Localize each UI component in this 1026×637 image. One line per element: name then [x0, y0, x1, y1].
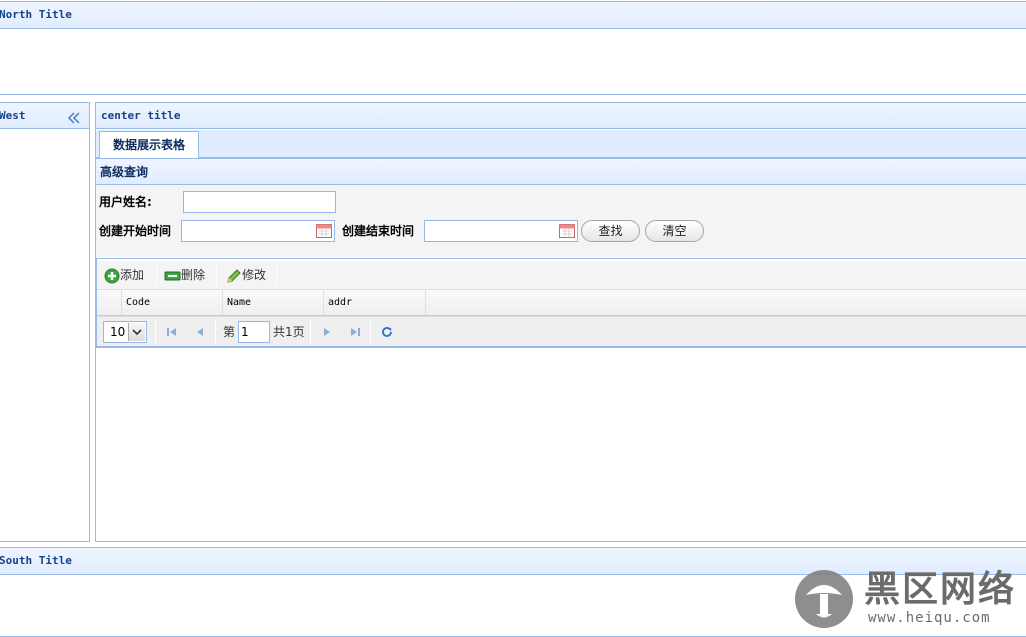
- chevron-down-icon: [128, 323, 145, 341]
- first-page-icon[interactable]: [165, 325, 179, 339]
- north-panel-header: North Title: [0, 1, 1026, 29]
- last-page-icon[interactable]: [348, 325, 362, 339]
- center-panel-title: center title: [101, 109, 181, 122]
- double-chevron-left-icon[interactable]: [67, 109, 81, 124]
- toolbar-divider: [276, 264, 277, 286]
- tab-data-table[interactable]: 数据展示表格: [99, 131, 199, 159]
- west-panel-body: [0, 129, 90, 542]
- column-header-code[interactable]: Code: [122, 291, 223, 315]
- column-header-name[interactable]: Name: [223, 291, 324, 315]
- edit-icon: [226, 268, 242, 284]
- add-button-label: 添加: [120, 268, 145, 282]
- watermark-logo: [794, 569, 854, 629]
- watermark-text: 黑区网络: [864, 569, 1017, 610]
- toolbar-divider: [156, 264, 157, 286]
- clear-button[interactable]: 清空: [645, 220, 704, 242]
- west-panel-header: West: [0, 102, 90, 129]
- row-number-header: [97, 291, 122, 315]
- delete-button-label: 删除: [181, 268, 206, 282]
- south-panel-title: South Title: [0, 554, 72, 567]
- refresh-icon[interactable]: [380, 325, 394, 339]
- column-header-addr[interactable]: addr: [324, 291, 426, 315]
- calendar-icon[interactable]: [558, 222, 576, 240]
- clear-button-label: 清空: [662, 224, 687, 238]
- user-name-input[interactable]: [183, 191, 336, 213]
- start-time-label: 创建开始时间: [99, 224, 172, 238]
- start-time-input[interactable]: [181, 220, 335, 242]
- remove-icon: [164, 268, 181, 284]
- advanced-search-title: 高级查询: [100, 165, 149, 179]
- end-time-label: 创建结束时间: [342, 224, 415, 238]
- add-button[interactable]: 添加: [104, 263, 144, 287]
- watermark-url: www.heiqu.com: [868, 610, 991, 626]
- next-page-icon[interactable]: [320, 325, 334, 339]
- page-total: 共1页: [273, 325, 305, 339]
- tabs-strip: [96, 130, 1026, 158]
- north-panel-title: North Title: [0, 8, 72, 21]
- add-icon: [104, 268, 120, 284]
- west-panel-title: West: [0, 109, 26, 122]
- page-number-input[interactable]: 1: [238, 321, 270, 343]
- pager-divider: [215, 320, 216, 344]
- page-size-value: 10: [110, 325, 126, 339]
- calendar-icon[interactable]: [315, 222, 333, 240]
- pager-divider: [310, 320, 311, 344]
- search-button-label: 查找: [598, 224, 623, 238]
- search-button[interactable]: 查找: [581, 220, 640, 242]
- edit-button-label: 修改: [242, 268, 267, 282]
- advanced-search-header: 高级查询: [96, 158, 1026, 185]
- pager-divider: [370, 320, 371, 344]
- edit-button[interactable]: 修改: [226, 263, 266, 287]
- user-name-label: 用户姓名:: [99, 195, 152, 209]
- toolbar-divider: [216, 264, 217, 286]
- tab-label: 数据展示表格: [112, 138, 185, 152]
- pager-divider: [155, 320, 156, 344]
- end-time-input[interactable]: [424, 220, 578, 242]
- delete-button[interactable]: 删除: [164, 263, 205, 287]
- grid-pager: [97, 316, 1026, 347]
- prev-page-icon[interactable]: [193, 325, 207, 339]
- page-size-select[interactable]: 10: [103, 321, 147, 343]
- north-panel-body: [0, 29, 1026, 95]
- page-prefix: 第: [223, 325, 236, 339]
- page-number-value: 1: [241, 325, 249, 339]
- center-panel-header: center title: [95, 102, 1026, 129]
